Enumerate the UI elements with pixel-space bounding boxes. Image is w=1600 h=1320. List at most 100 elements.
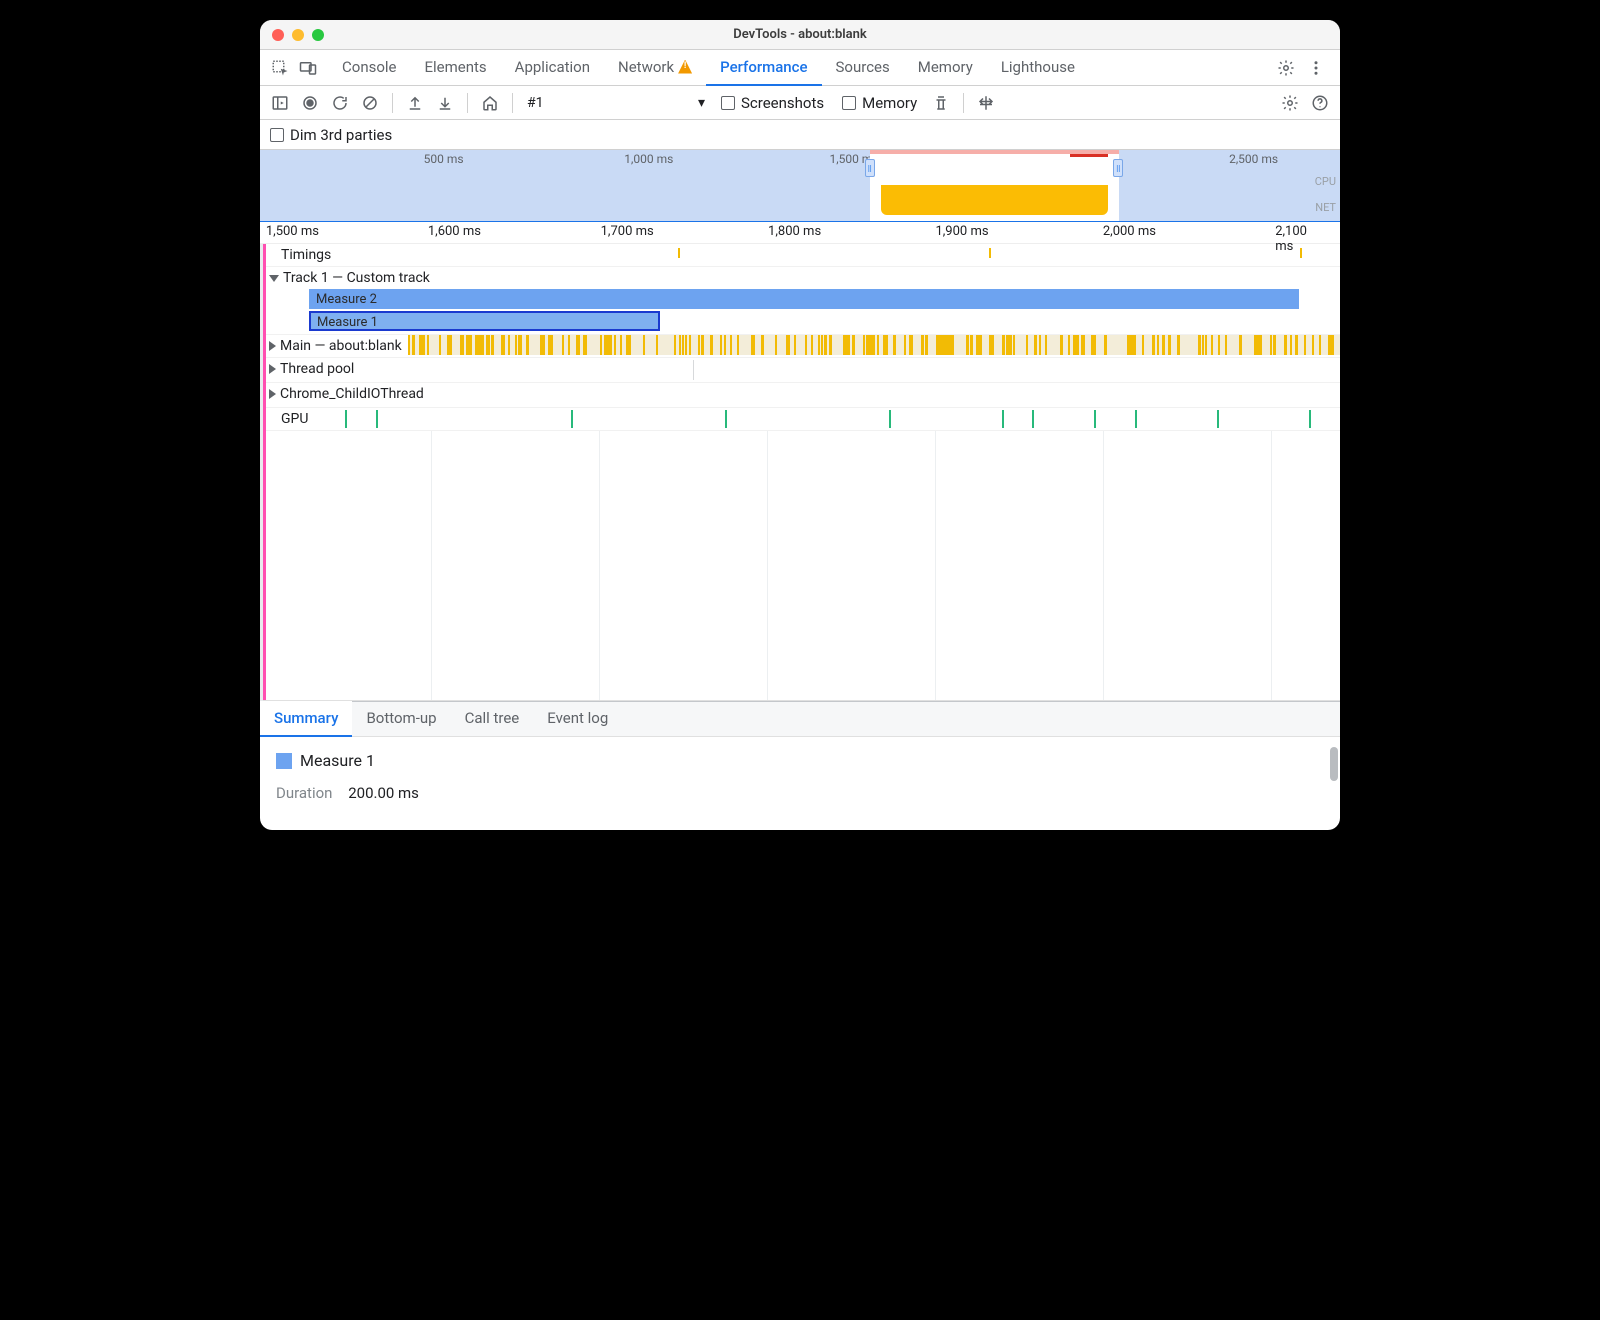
- main-task-slice[interactable]: [1077, 335, 1079, 355]
- main-task-slice[interactable]: [468, 335, 471, 355]
- main-task-slice[interactable]: [1068, 335, 1070, 355]
- gpu-task-slice[interactable]: [345, 410, 347, 428]
- gpu-task-slice[interactable]: [1094, 410, 1096, 428]
- main-task-slice[interactable]: [1205, 335, 1207, 355]
- main-task-slice[interactable]: [943, 335, 945, 355]
- gpu-task-slice[interactable]: [1002, 410, 1004, 428]
- chevron-down-icon[interactable]: [269, 275, 279, 282]
- main-task-slice[interactable]: [626, 335, 628, 355]
- tab-memory[interactable]: Memory: [904, 50, 987, 86]
- chevron-right-icon[interactable]: [269, 389, 276, 399]
- main-task-slice[interactable]: [818, 335, 820, 355]
- help-icon[interactable]: [1306, 89, 1334, 117]
- track-gpu[interactable]: GPU: [263, 408, 1340, 431]
- main-task-slice[interactable]: [620, 335, 622, 355]
- tab-bottom-up[interactable]: Bottom-up: [352, 701, 450, 737]
- flame-chart-area[interactable]: Timings Track 1 — Custom track Measure 2: [260, 244, 1340, 701]
- scrollbar[interactable]: [1330, 747, 1338, 781]
- main-task-slice[interactable]: [720, 335, 722, 355]
- main-task-slice[interactable]: [685, 335, 687, 355]
- main-task-slice[interactable]: [1081, 335, 1083, 355]
- tab-lighthouse[interactable]: Lighthouse: [987, 50, 1089, 86]
- memory-checkbox[interactable]: Memory: [834, 94, 925, 112]
- tab-event-log[interactable]: Event log: [533, 701, 622, 737]
- main-task-slice[interactable]: [921, 335, 924, 355]
- main-task-slice[interactable]: [1104, 335, 1106, 355]
- main-task-slice[interactable]: [1290, 335, 1292, 355]
- main-task-slice[interactable]: [491, 335, 494, 355]
- main-task-slice[interactable]: [1083, 335, 1085, 355]
- main-task-slice[interactable]: [1045, 335, 1047, 355]
- main-task-slice[interactable]: [925, 335, 928, 355]
- main-task-slice[interactable]: [629, 335, 631, 355]
- main-task-slice[interactable]: [1319, 335, 1321, 355]
- measure-1-bar[interactable]: Measure 1: [309, 311, 660, 331]
- main-task-slice[interactable]: [992, 335, 994, 355]
- main-task-slice[interactable]: [966, 335, 969, 355]
- main-task-slice[interactable]: [1331, 335, 1334, 355]
- gpu-body[interactable]: [314, 408, 1340, 430]
- main-task-slice[interactable]: [949, 335, 951, 355]
- main-task-slice[interactable]: [606, 335, 609, 355]
- recording-selector[interactable]: #1 ▾: [521, 95, 711, 111]
- main-task-slice[interactable]: [1273, 335, 1276, 355]
- zoom-window-icon[interactable]: [312, 29, 324, 41]
- overview-timeline[interactable]: 500 ms 1,000 ms 1,500 ms 2,000 ms 2,500 …: [260, 150, 1340, 222]
- main-task-slice[interactable]: [679, 335, 681, 355]
- main-task-slice[interactable]: [811, 335, 813, 355]
- device-toolbar-icon[interactable]: [294, 54, 322, 82]
- main-task-slice[interactable]: [1177, 335, 1180, 355]
- main-task-slice[interactable]: [408, 335, 410, 355]
- main-task-slice[interactable]: [412, 335, 415, 355]
- chevron-right-icon[interactable]: [269, 364, 276, 374]
- main-task-slice[interactable]: [1075, 335, 1077, 355]
- tab-sources[interactable]: Sources: [822, 50, 904, 86]
- screenshots-checkbox[interactable]: Screenshots: [713, 94, 832, 112]
- main-task-slice[interactable]: [904, 335, 906, 355]
- main-task-slice[interactable]: [1094, 335, 1096, 355]
- main-task-slice[interactable]: [449, 335, 451, 355]
- main-task-slice[interactable]: [1131, 335, 1133, 355]
- main-task-slice[interactable]: [1034, 335, 1037, 355]
- main-task-slice[interactable]: [1295, 335, 1298, 355]
- overview-handle-right[interactable]: ||: [1113, 159, 1123, 177]
- gpu-task-slice[interactable]: [376, 410, 378, 428]
- main-task-slice[interactable]: [848, 335, 850, 355]
- home-icon[interactable]: [476, 89, 504, 117]
- toggle-sidebar-icon[interactable]: [266, 89, 294, 117]
- tab-performance[interactable]: Performance: [706, 50, 821, 86]
- gpu-task-slice[interactable]: [1135, 410, 1137, 428]
- main-task-slice[interactable]: [701, 335, 704, 355]
- main-task-slice[interactable]: [520, 335, 522, 355]
- shortcuts-icon[interactable]: [972, 89, 1000, 117]
- main-task-slice[interactable]: [938, 335, 941, 355]
- track-custom-header[interactable]: Track 1 — Custom track: [263, 267, 1340, 289]
- tab-network[interactable]: Network: [604, 50, 706, 86]
- main-task-slice[interactable]: [1142, 335, 1144, 355]
- tab-application[interactable]: Application: [501, 50, 604, 86]
- main-task-slice[interactable]: [846, 335, 848, 355]
- main-task-slice[interactable]: [1162, 335, 1165, 355]
- main-task-slice[interactable]: [1198, 335, 1201, 355]
- main-task-slice[interactable]: [526, 335, 529, 355]
- main-task-slice[interactable]: [852, 335, 855, 355]
- main-task-slice[interactable]: [775, 335, 777, 355]
- main-task-slice[interactable]: [1270, 335, 1272, 355]
- measure-2-bar[interactable]: Measure 2: [309, 289, 1299, 309]
- tab-console[interactable]: Console: [328, 50, 411, 86]
- reload-record-icon[interactable]: [326, 89, 354, 117]
- main-task-slice[interactable]: [893, 335, 896, 355]
- main-task-slice[interactable]: [689, 335, 691, 355]
- main-task-slice[interactable]: [447, 335, 450, 355]
- main-task-slice[interactable]: [508, 335, 510, 355]
- main-task-slice[interactable]: [1202, 335, 1204, 355]
- track-threadpool[interactable]: Thread pool: [263, 358, 1340, 383]
- main-task-slice[interactable]: [656, 335, 658, 355]
- threadpool-body[interactable]: [360, 358, 1340, 382]
- main-task-slice[interactable]: [427, 335, 429, 355]
- main-task-slice[interactable]: [877, 335, 879, 355]
- main-task-slice[interactable]: [970, 335, 973, 355]
- dim-3rd-parties-checkbox[interactable]: Dim 3rd parties: [270, 126, 392, 144]
- main-task-slice[interactable]: [1039, 335, 1041, 355]
- main-task-slice[interactable]: [730, 335, 732, 355]
